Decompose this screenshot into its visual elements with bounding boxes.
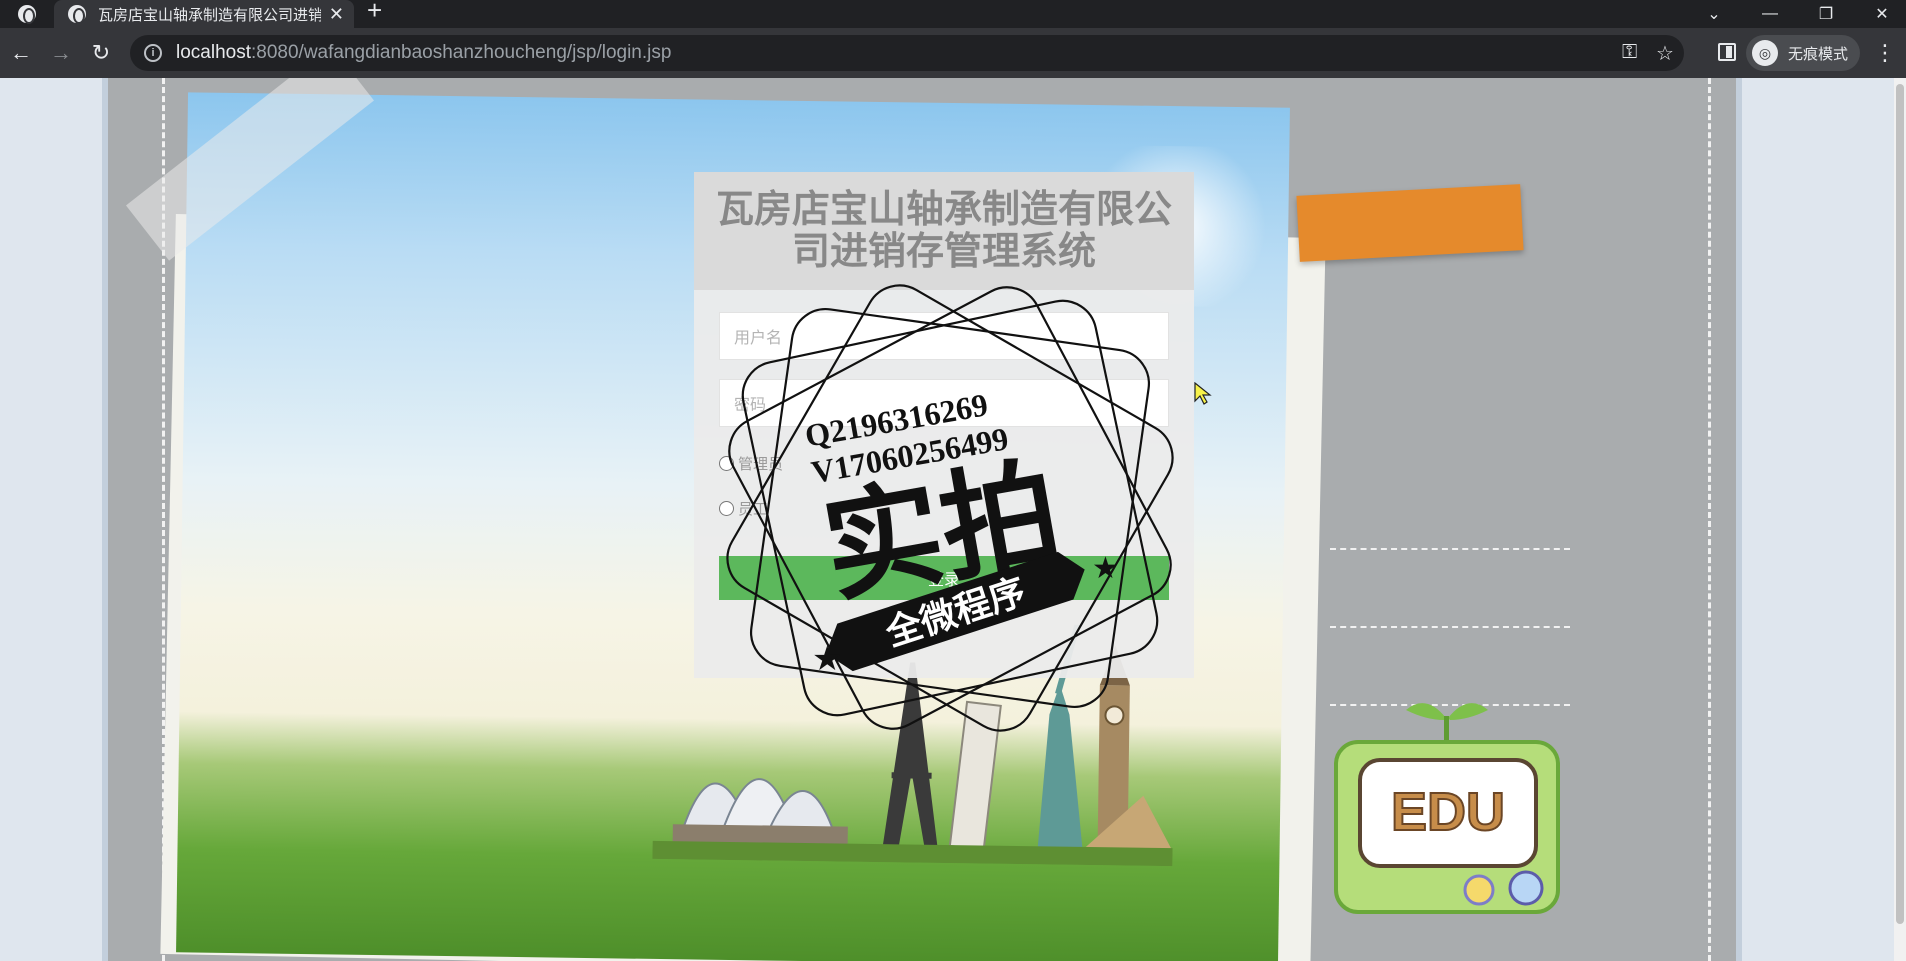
side-panel-icon[interactable] (1718, 43, 1736, 61)
browser-toolbar: ← → ↻ i localhost:8080/wafangdianbaoshan… (0, 28, 1906, 78)
star-icon[interactable]: ☆ (1656, 41, 1674, 66)
forward-arrow-icon[interactable]: → (44, 36, 78, 70)
url-path: :8080/wafangdianbaoshanzhoucheng/jsp/log… (251, 42, 672, 63)
close-icon[interactable]: ✕ (329, 5, 344, 23)
tab-title: 瓦房店宝山轴承制造有限公司进销存管理系统 (98, 6, 321, 24)
tab-strip: 瓦房店宝山轴承制造有限公司进销存管理系统 ✕ + ⌄ — ❐ ✕ (0, 0, 1906, 28)
close-window-button[interactable]: ✕ (1862, 0, 1902, 28)
star-icon: ★ (812, 640, 842, 678)
incognito-icon: ◎ (1752, 40, 1778, 66)
dashed-line (1330, 626, 1570, 628)
globe-icon (18, 5, 36, 24)
globe-icon (68, 5, 86, 24)
watermark-stamp: Q2196316269 V17060256499 实拍 全微程序 ★ ★ (726, 284, 1174, 732)
tape-strip-orange (1296, 184, 1524, 262)
restore-button[interactable]: ❐ (1806, 0, 1846, 28)
menu-dots-icon[interactable]: ⋮ (1874, 38, 1896, 68)
page-scrollbar[interactable] (1894, 78, 1906, 961)
login-header: 瓦房店宝山轴承制造有限公司进销存管理系统 (694, 172, 1194, 290)
minimize-button[interactable]: — (1750, 0, 1790, 28)
incognito-label: 无痕模式 (1788, 45, 1849, 63)
tab-search-chevron-icon[interactable]: ⌄ (1694, 0, 1734, 28)
url-host: localhost (176, 42, 251, 63)
edu-tv-badge: EDU (1334, 703, 1560, 914)
dashed-line (1330, 548, 1570, 550)
star-icon: ★ (1092, 552, 1119, 585)
address-bar[interactable]: i localhost:8080/wafangdianbaoshanzhouch… (130, 35, 1684, 71)
reload-icon[interactable]: ↻ (84, 36, 118, 70)
tab-inactive[interactable] (0, 0, 54, 28)
scrollbar-thumb[interactable] (1896, 84, 1904, 924)
page-viewport: EDU 瓦房店宝山轴承制造有限公司进销存管理系统 用户名 密码 管理员 员工 登… (0, 78, 1906, 961)
back-arrow-icon[interactable]: ← (4, 36, 38, 70)
stitch-line (1708, 78, 1711, 961)
new-tab-button[interactable]: + (367, 0, 382, 28)
key-icon[interactable]: ⚿ (1622, 41, 1637, 64)
page-title: 瓦房店宝山轴承制造有限公司进销存管理系统 (716, 189, 1173, 273)
mouse-cursor-icon (1194, 382, 1212, 405)
badge-text: EDU (1391, 782, 1505, 842)
incognito-indicator[interactable]: ◎ 无痕模式 (1746, 35, 1860, 71)
tab-active[interactable]: 瓦房店宝山轴承制造有限公司进销存管理系统 ✕ (54, 0, 354, 28)
info-icon[interactable]: i (144, 44, 162, 62)
